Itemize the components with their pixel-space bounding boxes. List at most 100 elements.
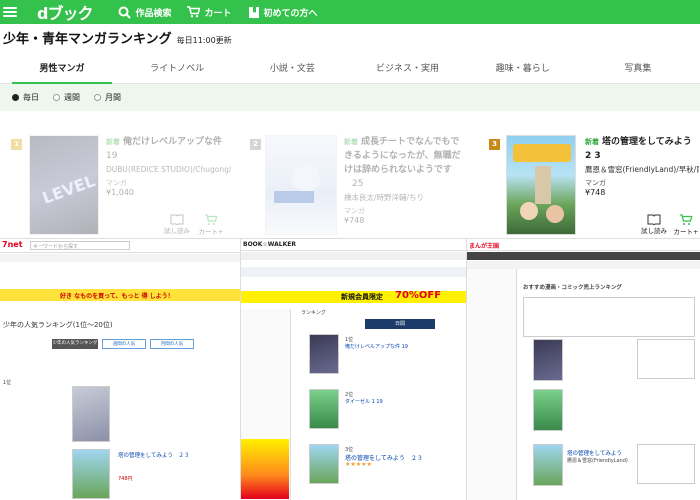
tab-photobook[interactable]: 写真集 [588, 57, 688, 84]
mo-item-title[interactable]: 塔の管理をしてみよう [567, 449, 622, 457]
7net-cover-2[interactable] [72, 449, 110, 499]
mo-item-sub: 鷹恩＆雪窓(FriendlyLand) [567, 458, 628, 464]
7net-banner[interactable]: 好き なものを買って、もっと 得 しよう！ [0, 289, 240, 301]
7net-header: 7net キーワードから探す [0, 239, 240, 253]
book-category: マンガ [106, 179, 127, 187]
tab-hobby[interactable]: 趣味・暮らし [473, 57, 573, 84]
bw-cover-3[interactable] [309, 444, 339, 484]
open-book-icon [647, 214, 661, 225]
mo-sidebar [467, 269, 517, 500]
tab-business[interactable]: ビジネス・実用 [358, 57, 458, 84]
bw-item-3-rank: 3位 [345, 447, 354, 453]
7net-subnav [0, 254, 240, 262]
tab-light-novel[interactable]: ライトノベル [127, 57, 227, 84]
period-daily-label: 毎日 [23, 93, 39, 102]
category-tabs: 男性マンガ ライトノベル 小説・文芸 ビジネス・実用 趣味・暮らし 写真集 [0, 57, 700, 84]
cart-icon [187, 6, 201, 18]
book-author: 橋本良太/時野洋輔/ちり [344, 193, 425, 202]
nav-cart-label: カート [204, 8, 232, 19]
mo-cover-1[interactable] [533, 339, 563, 381]
book-title-text: 成長チートでなんでもできるようになったが、無職だけは辞められないようです [344, 137, 461, 175]
7net-search-box[interactable]: キーワードから探す [30, 241, 130, 250]
trial-read-button-3[interactable]: 試し読み [640, 214, 668, 235]
mo-filter-table[interactable] [523, 297, 695, 337]
bw-item-2-title[interactable]: ダイーゼル 1 19 [345, 398, 383, 405]
top-header-bar: dブック 作品検索 カート 初めての方へ [0, 0, 700, 24]
7net-banner-text: 好き なものを買って、もっと 得 しよう！ [60, 293, 174, 300]
bw-item-1-title[interactable]: 俺だけレベルアップな件 19 [345, 343, 408, 350]
book-title[interactable]: 新着 塔の管理をしてみよう [585, 135, 698, 149]
mo-heading: おすすめ漫画・コミック売上ランキング [523, 285, 622, 291]
book-cover[interactable] [506, 135, 576, 235]
book-volume: 19 [106, 151, 118, 161]
embedded-bookwalker-screenshot: BOOK☆WALKER 新規会員限定 70%OFF ランキング 日間 1位 俺だ… [240, 238, 466, 500]
7net-item-price: 748円 [118, 476, 133, 482]
nav-beginner-label: 初めての方へ [263, 8, 318, 19]
7net-item-title[interactable]: 塔の管理をしてみよう ２３ [118, 451, 189, 459]
trial-label: 試し読み [164, 227, 190, 235]
nav-search[interactable]: 作品検索 [118, 6, 171, 19]
book-category: マンガ [585, 179, 606, 187]
bw-tab-daily[interactable]: 日間 [365, 319, 435, 329]
cart-label: カート+ [673, 228, 699, 236]
book-volume: 2 3 [585, 151, 601, 161]
mo-cover-2[interactable] [533, 389, 563, 431]
book-icon [248, 6, 259, 18]
mo-logo: まんが王国 [469, 243, 500, 250]
book-author: DUBU(REDICE STUDIO)/Chugong/ [106, 165, 231, 174]
bw-banner-a: 新規会員限定 [341, 293, 383, 301]
radio-dot [53, 94, 60, 101]
7net-filter-3[interactable]: 月間の人気 [150, 339, 194, 349]
bw-cover-1[interactable] [309, 334, 339, 374]
book-title-text: 塔の管理をしてみよう [602, 137, 692, 147]
bw-cover-2[interactable] [309, 389, 339, 429]
book-price: ¥748 [344, 216, 365, 225]
7net-search-placeholder: キーワードから探す [33, 244, 79, 250]
cover-art [274, 164, 320, 203]
header-nav: 作品検索 カート 初めての方へ [92, 6, 318, 19]
tab-novel[interactable]: 小説・文芸 [242, 57, 342, 84]
bw-rating-stars: ★★★★★ [345, 461, 372, 468]
period-selector: 毎日 週間 月間 [0, 84, 700, 111]
book-price: ¥1,040 [106, 188, 134, 197]
bw-side-ad[interactable] [241, 439, 289, 499]
mo-header: まんが王国 [467, 239, 700, 251]
mo-cover-3[interactable] [533, 444, 563, 486]
nav-beginner[interactable]: 初めての方へ [248, 6, 318, 19]
book-title[interactable]: 新着 俺だけレベルアップな件 [106, 135, 231, 149]
book-cover[interactable]: LEVEL [29, 135, 99, 235]
7net-logo: 7net [2, 240, 23, 249]
period-weekly-radio[interactable]: 週間 [53, 92, 80, 103]
new-badge: 新着 [585, 138, 599, 146]
book-cover[interactable] [265, 135, 337, 235]
rank-badge: 1 [11, 139, 22, 150]
period-monthly-radio[interactable]: 月間 [94, 92, 121, 103]
bw-banner[interactable]: 新規会員限定 70%OFF [241, 290, 466, 303]
hamburger-menu-icon[interactable] [3, 7, 17, 17]
nav-search-label: 作品検索 [135, 8, 172, 19]
new-badge: 新着 [344, 138, 358, 146]
update-note: 毎日11:00更新 [176, 36, 232, 45]
book-title-text: 俺だけレベルアップな件 [123, 137, 223, 147]
nav-cart[interactable]: カート [187, 6, 232, 19]
page-title: 少年・青年マンガランキング [3, 32, 172, 47]
mo-buy-box-1[interactable] [637, 339, 695, 379]
cover-art [513, 144, 571, 223]
7net-cover-1[interactable] [72, 386, 110, 442]
7net-filter-1[interactable]: 少年の人気ランキング [52, 339, 98, 349]
trial-label: 試し読み [641, 227, 667, 235]
bw-subnav [241, 252, 466, 260]
book-author: 鷹恩＆雪窓(FriendlyLand)/早秋/雨神 [585, 165, 699, 174]
mo-buy-box-3[interactable] [637, 444, 695, 484]
dbook-logo[interactable]: dブック [37, 0, 93, 24]
period-daily-radio[interactable]: 毎日 [12, 92, 39, 103]
open-book-icon [170, 214, 184, 225]
7net-ranking-heading: 少年の人気ランキング(1位〜20位) [3, 321, 113, 329]
add-to-cart-button-1[interactable]: カート+ [197, 214, 225, 236]
trial-read-button-1[interactable]: 試し読み [163, 214, 191, 235]
tab-male-manga[interactable]: 男性マンガ [12, 57, 112, 84]
add-to-cart-button-3[interactable]: カート+ [672, 214, 700, 236]
7net-filter-2[interactable]: 週間の人気 [102, 339, 146, 349]
book-title[interactable]: 新着 成長チートでなんでもできるようになったが、無職だけは辞められないようです 25 [344, 135, 464, 191]
ranking-card-2[interactable]: 2 新着 成長チートでなんでもできるようになったが、無職だけは辞められないようです… [233, 132, 466, 238]
